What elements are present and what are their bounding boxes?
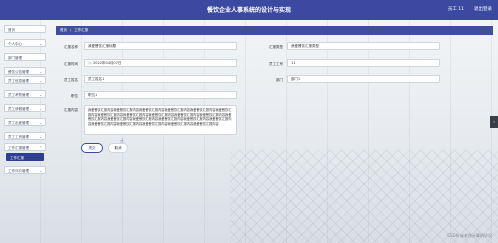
employee-id-input[interactable]: 11 xyxy=(287,59,440,67)
department-input[interactable]: 部门1 xyxy=(287,75,440,83)
menu-employee-info[interactable]: 员工信息管理 ⌄ xyxy=(4,76,46,84)
chevron-down-icon: ⌄ xyxy=(39,42,42,46)
menu-home[interactable]: 首页 xyxy=(4,25,46,33)
chevron-down-icon: ⌄ xyxy=(39,107,42,111)
breadcrumb-home[interactable]: 首页 xyxy=(60,28,67,32)
sidebar: 首页 个人中心 ⌄ 部门管理 餐饮公告管理 ⌄ 员工信息管理 ⌄ 员工考勤管理 ⌄ 员工… xyxy=(0,20,50,243)
content-label: 汇报内容 xyxy=(64,108,78,112)
employee-name-label: 员工姓名 xyxy=(64,78,78,82)
menu-salary[interactable]: 员工工资管理 ⌄ xyxy=(4,132,46,140)
menu-work-evaluation[interactable]: 工作评价管理 ⌄ xyxy=(4,166,46,174)
menu-business-trip[interactable]: 员工出差管理 ⌄ xyxy=(4,118,46,126)
chevron-down-icon: ⌄ xyxy=(39,169,42,173)
app-title: 餐饮企业人事系统的设计与实现 xyxy=(206,7,291,14)
mouse-cursor-icon: ☝ xyxy=(120,138,124,145)
cancel-button[interactable]: 取消 xyxy=(108,143,128,153)
top-bar: 餐饮企业人事系统的设计与实现 员工 11 退出登录 xyxy=(0,0,498,20)
breadcrumb-separator: / xyxy=(70,28,72,32)
menu-personal-center[interactable]: 个人中心 ⌄ xyxy=(4,39,46,47)
current-user: 员工 11 xyxy=(447,7,464,12)
report-name-input[interactable]: 我爱餐饮汇报标题 xyxy=(84,42,237,50)
side-expand-tab[interactable]: ‹ xyxy=(490,116,498,128)
report-type-label: 汇报类型 xyxy=(269,45,283,49)
content-textarea[interactable]: 我爱餐饮汇报内容我爱餐饮汇报内容我爱餐饮汇报内容我爱餐饮汇报内容我爱餐饮汇报内容… xyxy=(84,105,237,135)
breadcrumb-current: 工作汇报 xyxy=(74,28,89,32)
employee-id-label: 员工工号 xyxy=(269,62,283,66)
department-label: 部门 xyxy=(276,78,283,82)
menu-work-report-mgmt[interactable]: 工作汇报管理 ⌃ xyxy=(4,143,46,151)
menu-announcement[interactable]: 餐饮公告管理 ⌄ xyxy=(4,67,46,75)
fence-background-image xyxy=(230,150,498,243)
menu-attendance[interactable]: 员工考勤管理 ⌄ xyxy=(4,90,46,98)
employee-name-input[interactable]: 员工姓名1 xyxy=(84,75,237,83)
position-input[interactable]: 职位1 xyxy=(84,91,237,99)
chevron-down-icon: ⌄ xyxy=(39,135,42,139)
position-label: 职位 xyxy=(71,94,78,98)
submit-button[interactable]: 提交 xyxy=(81,143,103,153)
watermark: CSDN @老徐计算机毕设 xyxy=(447,233,492,238)
chevron-down-icon: ⌄ xyxy=(39,79,42,83)
chevron-down-icon: ⌄ xyxy=(39,93,42,97)
report-time-label: 汇报时间 xyxy=(64,62,78,66)
chevron-down-icon: ⌄ xyxy=(39,70,42,74)
menu-work-report[interactable]: 工作汇报 xyxy=(6,153,44,161)
chevron-left-icon: ‹ xyxy=(493,119,495,124)
clock-icon: ◷ xyxy=(88,61,92,65)
menu-department[interactable]: 部门管理 xyxy=(4,53,46,61)
logout-link[interactable]: 退出登录 xyxy=(474,6,492,12)
menu-leave[interactable]: 员工请假管理 ⌄ xyxy=(4,104,46,112)
report-name-label: 汇报名称 xyxy=(64,45,78,49)
breadcrumb: 首页 / 工作汇报 xyxy=(56,26,493,35)
chevron-down-icon: ⌄ xyxy=(39,121,42,125)
report-time-picker[interactable]: ◷ 2022年04月07日 xyxy=(84,59,237,67)
report-type-input[interactable]: 我爱餐饮汇报类型 xyxy=(287,42,440,50)
chevron-up-icon: ⌃ xyxy=(39,146,42,150)
